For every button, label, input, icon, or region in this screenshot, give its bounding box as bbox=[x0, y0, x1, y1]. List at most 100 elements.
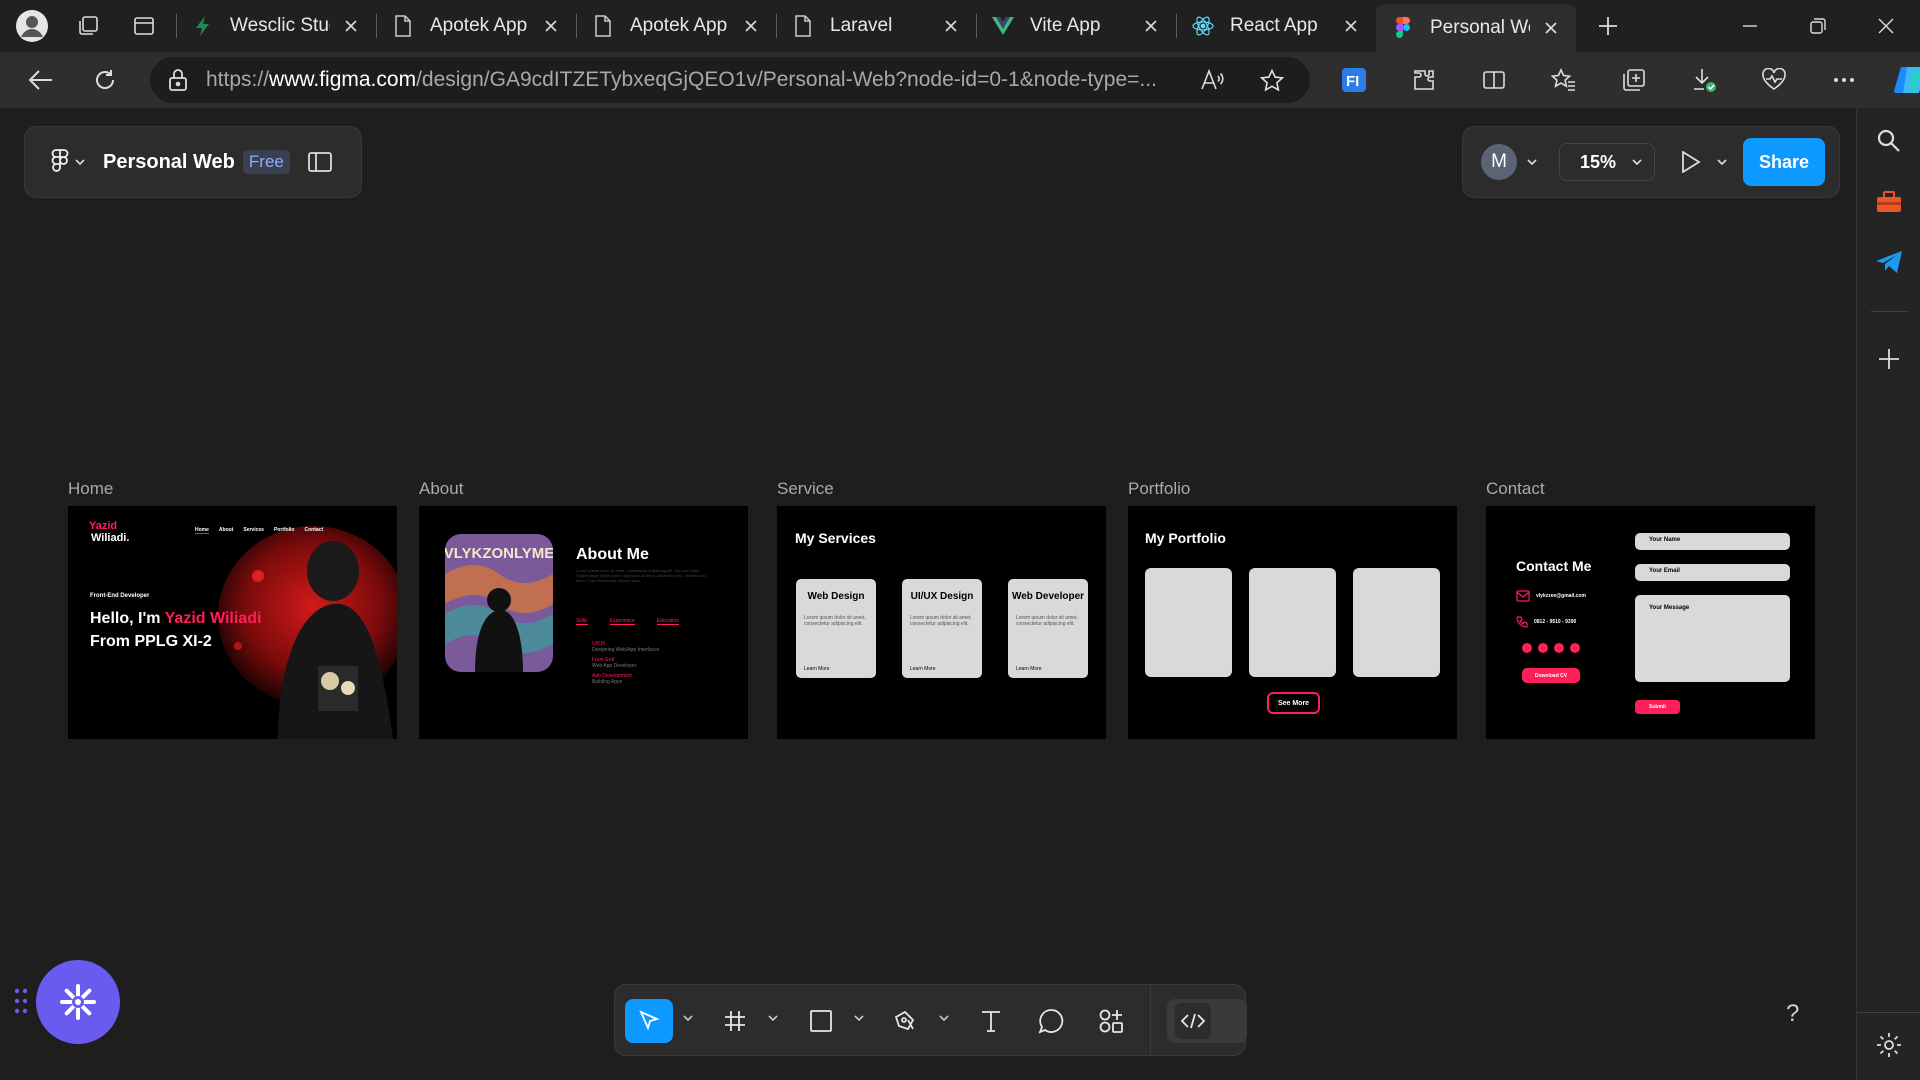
ext-fi-icon[interactable]: FI bbox=[1326, 52, 1382, 108]
text-tool-icon[interactable] bbox=[967, 999, 1015, 1043]
pen-tool-icon[interactable] bbox=[881, 999, 929, 1043]
zoom-dropdown[interactable]: 15% bbox=[1559, 143, 1655, 181]
download-cv-button[interactable]: Download CV bbox=[1522, 668, 1580, 683]
learn-more-link[interactable]: Learn More bbox=[1016, 666, 1042, 672]
close-tab-icon[interactable] bbox=[540, 15, 562, 37]
new-tab-icon[interactable] bbox=[1576, 0, 1640, 52]
close-tab-icon[interactable] bbox=[1540, 17, 1562, 39]
split-screen-icon[interactable] bbox=[1466, 52, 1522, 108]
social-icon[interactable] bbox=[1554, 643, 1564, 653]
browser-essentials-icon[interactable] bbox=[1746, 52, 1802, 108]
chevron-down-icon[interactable] bbox=[683, 1015, 693, 1021]
minimize-icon[interactable] bbox=[1716, 0, 1784, 52]
assets-tool-icon[interactable] bbox=[1087, 999, 1135, 1043]
nav-portfolio[interactable]: Portfolio bbox=[274, 527, 295, 534]
more-options-icon[interactable] bbox=[1816, 52, 1872, 108]
frame-tool-icon[interactable] bbox=[711, 999, 759, 1043]
portfolio-item[interactable] bbox=[1249, 568, 1336, 677]
portfolio-item[interactable] bbox=[1145, 568, 1232, 677]
tab-skills[interactable]: Skills bbox=[576, 618, 588, 625]
tab-personal-web[interactable]: Personal Web bbox=[1376, 4, 1576, 52]
close-tab-icon[interactable] bbox=[340, 15, 362, 37]
tab-laravel[interactable]: Laravel bbox=[776, 0, 976, 52]
comment-tool-icon[interactable] bbox=[1027, 999, 1075, 1043]
copilot-icon[interactable] bbox=[1882, 52, 1920, 108]
frame-portfolio[interactable]: My Portfolio See More bbox=[1128, 506, 1457, 739]
add-sidebar-app-icon[interactable] bbox=[1857, 348, 1920, 370]
frame-about[interactable]: VLYKZONLYME About Me Lorem ipsum dolor s… bbox=[419, 506, 748, 739]
see-more-button[interactable]: See More bbox=[1267, 692, 1320, 714]
move-tool-icon[interactable] bbox=[625, 999, 673, 1043]
share-button[interactable]: Share bbox=[1743, 138, 1825, 186]
search-icon[interactable] bbox=[1857, 128, 1920, 154]
dev-mode-toggle[interactable] bbox=[1167, 999, 1247, 1043]
toggle-panels-icon[interactable] bbox=[307, 152, 332, 172]
lock-icon[interactable] bbox=[150, 68, 206, 92]
favorite-star-icon[interactable] bbox=[1260, 69, 1284, 91]
collections-icon[interactable] bbox=[1606, 52, 1662, 108]
service-card[interactable]: UI/UX Design Lorem ipsum dolor sit amet,… bbox=[902, 579, 982, 678]
restore-icon[interactable] bbox=[1784, 0, 1852, 52]
telegram-send-icon[interactable] bbox=[1857, 250, 1920, 274]
service-card[interactable]: Web Design Lorem ipsum dolor sit amet, c… bbox=[796, 579, 876, 678]
url-field[interactable]: https://www.figma.com/design/GA9cdITZETy… bbox=[150, 57, 1310, 103]
workspaces-icon[interactable] bbox=[64, 0, 112, 52]
frame-contact[interactable]: Contact Me vlykzzee@gmail.com 0812 - 951… bbox=[1486, 506, 1815, 739]
chevron-down-icon[interactable] bbox=[939, 1015, 949, 1021]
main-menu-button[interactable] bbox=[51, 149, 85, 175]
tab-react[interactable]: React App bbox=[1176, 0, 1376, 52]
close-tab-icon[interactable] bbox=[1340, 15, 1362, 37]
nav-about[interactable]: About bbox=[219, 527, 233, 534]
chevron-down-icon[interactable] bbox=[1527, 159, 1537, 165]
favorites-icon[interactable] bbox=[1536, 52, 1592, 108]
frame-home[interactable]: Yazid Wiliadi. Home About Services Portf… bbox=[68, 506, 397, 739]
name-field[interactable]: Your Name bbox=[1635, 533, 1790, 550]
close-tab-icon[interactable] bbox=[1140, 15, 1162, 37]
avatar[interactable]: M bbox=[1481, 144, 1517, 180]
refresh-icon[interactable] bbox=[78, 52, 132, 108]
learn-more-link[interactable]: Learn More bbox=[804, 666, 830, 672]
rectangle-tool-icon[interactable] bbox=[797, 999, 845, 1043]
tab-actions-icon[interactable] bbox=[112, 0, 176, 52]
frame-label-portfolio[interactable]: Portfolio bbox=[1128, 479, 1190, 499]
frame-label-home[interactable]: Home bbox=[68, 479, 113, 499]
tab-education[interactable]: Education bbox=[656, 618, 679, 625]
present-play-icon[interactable] bbox=[1681, 151, 1701, 173]
floating-assistant-button[interactable] bbox=[36, 960, 120, 1044]
nav-home[interactable]: Home bbox=[195, 527, 209, 534]
service-card[interactable]: Web Developer Lorem ipsum dolor sit amet… bbox=[1008, 579, 1088, 678]
social-icon[interactable] bbox=[1538, 643, 1548, 653]
tab-vite[interactable]: Vite App bbox=[976, 0, 1176, 52]
help-icon[interactable]: ? bbox=[1786, 1000, 1799, 1028]
plan-badge[interactable]: Free bbox=[242, 150, 290, 174]
email-field[interactable]: Your Email bbox=[1635, 564, 1790, 581]
toolbox-icon[interactable] bbox=[1857, 190, 1920, 214]
drag-handle-icon[interactable] bbox=[14, 988, 28, 1014]
submit-button[interactable]: Submit bbox=[1635, 700, 1680, 714]
close-tab-icon[interactable] bbox=[940, 15, 962, 37]
nav-contact[interactable]: Contact bbox=[305, 527, 324, 534]
frame-label-about[interactable]: About bbox=[419, 479, 463, 499]
extensions-icon[interactable] bbox=[1396, 52, 1452, 108]
file-name[interactable]: Personal Web bbox=[103, 151, 235, 174]
sidebar-settings-icon[interactable] bbox=[1857, 1032, 1920, 1058]
message-field[interactable]: Your Message bbox=[1635, 595, 1790, 682]
nav-services[interactable]: Services bbox=[243, 527, 264, 534]
frame-label-contact[interactable]: Contact bbox=[1486, 479, 1545, 499]
learn-more-link[interactable]: Learn More bbox=[910, 666, 936, 672]
close-window-icon[interactable] bbox=[1852, 0, 1920, 52]
close-tab-icon[interactable] bbox=[740, 15, 762, 37]
frame-service[interactable]: My Services Web Design Lorem ipsum dolor… bbox=[777, 506, 1106, 739]
tab-experience[interactable]: Experience bbox=[609, 618, 635, 625]
chevron-down-icon[interactable] bbox=[1717, 159, 1727, 165]
downloads-icon[interactable] bbox=[1676, 52, 1732, 108]
tab-apotek-1[interactable]: Apotek App bbox=[376, 0, 576, 52]
portfolio-item[interactable] bbox=[1353, 568, 1440, 677]
chevron-down-icon[interactable] bbox=[854, 1015, 864, 1021]
social-icon[interactable] bbox=[1570, 643, 1580, 653]
read-aloud-icon[interactable] bbox=[1200, 69, 1224, 91]
back-icon[interactable] bbox=[14, 52, 68, 108]
social-icon[interactable] bbox=[1522, 643, 1532, 653]
tab-wesclic[interactable]: Wesclic Studio bbox=[176, 0, 376, 52]
profile-icon[interactable] bbox=[0, 0, 64, 52]
